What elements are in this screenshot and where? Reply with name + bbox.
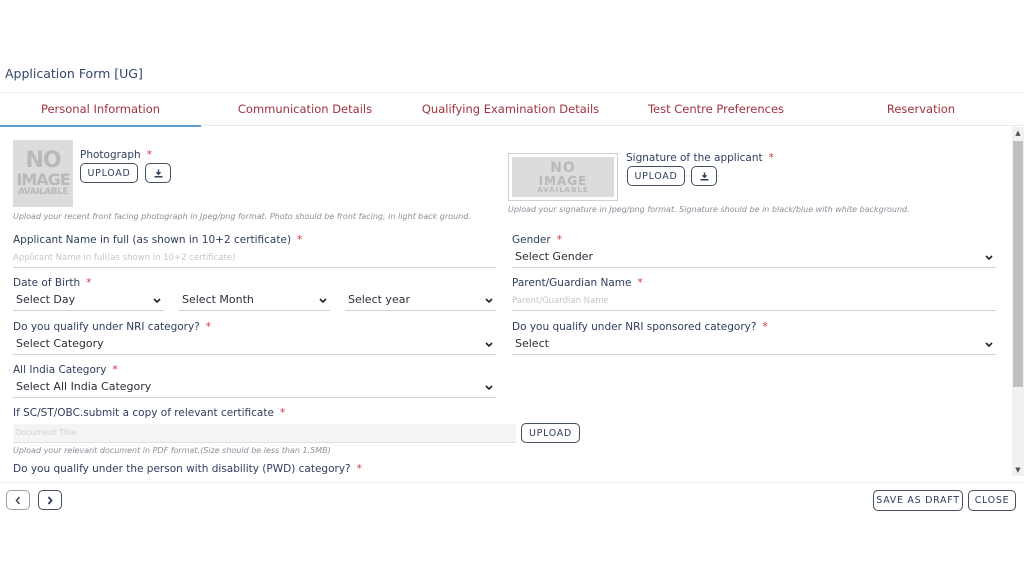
tab-qualifying-examination-details[interactable]: Qualifying Examination Details xyxy=(408,93,613,126)
nri-category-select[interactable]: Select Category xyxy=(13,336,496,355)
chevron-down-icon xyxy=(485,342,493,348)
save-as-draft-button[interactable]: SAVE AS DRAFT xyxy=(873,490,963,511)
required-mark: * xyxy=(762,321,768,333)
form-scrollbar[interactable]: ▲ ▼ xyxy=(1012,127,1024,476)
applicant-name-placeholder: Applicant Name in full(as shown in 10+2 … xyxy=(13,253,236,263)
photo-label: Photograph * xyxy=(80,149,152,161)
required-mark: * xyxy=(768,152,774,164)
nri-sponsored-label: Do you qualify under NRI sponsored categ… xyxy=(512,321,768,333)
nri-sponsored-label-text: Do you qualify under NRI sponsored categ… xyxy=(512,321,757,333)
no-image-text: AVAILABLE xyxy=(537,185,589,194)
dob-day-select[interactable]: Select Day xyxy=(13,292,164,311)
nri-label-text: Do you qualify under NRI category? xyxy=(13,321,200,333)
tab-test-centre-preferences[interactable]: Test Centre Preferences xyxy=(615,93,817,126)
signature-download-button[interactable] xyxy=(691,166,717,186)
all-india-category-label: All India Category * xyxy=(13,364,118,376)
required-mark: * xyxy=(356,463,362,475)
required-mark: * xyxy=(279,407,286,419)
dob-day-value: Select Day xyxy=(16,293,76,306)
certificate-label-text: If SC/ST/OBC.submit a copy of relevant c… xyxy=(13,407,274,419)
nri-sponsored-selected-value: Select xyxy=(515,337,549,350)
download-icon xyxy=(700,172,709,181)
certificate-upload-button[interactable]: UPLOAD xyxy=(521,423,580,443)
next-button[interactable] xyxy=(38,490,62,510)
nri-sponsored-select[interactable]: Select xyxy=(512,336,996,355)
pwd-label: Do you qualify under the person with dis… xyxy=(13,463,362,475)
no-image-text: AVAILABLE xyxy=(18,187,68,197)
scrollbar-thumb[interactable] xyxy=(1013,141,1023,387)
required-mark: * xyxy=(637,277,643,289)
gender-label: Gender * xyxy=(512,234,562,246)
required-mark: * xyxy=(86,277,92,289)
signature-preview-frame: NO IMAGE AVAILABLE xyxy=(508,153,618,201)
signature-label-text: Signature of the applicant xyxy=(626,152,763,164)
dob-month-select[interactable]: Select Month xyxy=(179,292,330,311)
applicant-name-input[interactable]: Applicant Name in full(as shown in 10+2 … xyxy=(13,250,496,268)
parent-name-placeholder: Parent/Guardian Name xyxy=(512,296,609,306)
previous-button[interactable] xyxy=(6,490,30,510)
applicant-name-label: Applicant Name in full (as shown in 10+2… xyxy=(13,234,302,246)
chevron-down-icon xyxy=(485,385,493,391)
no-image-text: NO xyxy=(25,148,61,173)
required-mark: * xyxy=(146,149,152,161)
no-image-text: IMAGE xyxy=(16,170,70,189)
photo-preview: NO IMAGE AVAILABLE xyxy=(13,140,73,207)
close-button[interactable]: CLOSE xyxy=(968,490,1016,511)
document-title-placeholder: Document Title xyxy=(15,428,77,437)
chevron-right-icon xyxy=(47,496,53,505)
footer-divider xyxy=(0,482,1024,483)
nri-selected-value: Select Category xyxy=(16,337,104,350)
page-title: Application Form [UG] xyxy=(5,66,143,81)
photo-label-text: Photograph xyxy=(80,149,141,161)
pwd-label-text: Do you qualify under the person with dis… xyxy=(13,463,351,475)
photo-hint: Upload your recent front facing photogra… xyxy=(13,212,471,221)
document-title-input[interactable]: Document Title xyxy=(13,424,516,443)
gender-selected-value: Select Gender xyxy=(515,250,593,263)
signature-hint: Upload your signature in Jpeg/png format… xyxy=(508,205,910,214)
nri-label: Do you qualify under NRI category? * xyxy=(13,321,211,333)
chevron-down-icon xyxy=(485,298,493,304)
no-image-text: NO xyxy=(550,159,576,176)
tab-personal-information[interactable]: Personal Information xyxy=(0,93,201,127)
tab-communication-details[interactable]: Communication Details xyxy=(205,93,405,126)
parent-name-label: Parent/Guardian Name * xyxy=(512,277,643,289)
required-mark: * xyxy=(112,364,118,376)
chevron-down-icon xyxy=(985,342,993,348)
certificate-label: If SC/ST/OBC.submit a copy of relevant c… xyxy=(13,407,285,419)
signature-upload-button[interactable]: UPLOAD xyxy=(627,166,685,186)
required-mark: * xyxy=(297,234,303,246)
required-mark: * xyxy=(205,321,212,333)
dob-label: Date of Birth * xyxy=(13,277,91,289)
parent-name-input[interactable]: Parent/Guardian Name xyxy=(512,293,996,311)
required-mark: * xyxy=(556,234,562,246)
gender-label-text: Gender xyxy=(512,234,551,246)
all-india-category-label-text: All India Category xyxy=(13,364,107,376)
dob-year-value: Select year xyxy=(348,293,410,306)
photo-download-button[interactable] xyxy=(145,163,171,183)
all-india-category-select[interactable]: Select All India Category xyxy=(13,379,496,398)
photo-upload-button[interactable]: UPLOAD xyxy=(80,163,138,183)
no-image-text: IMAGE xyxy=(538,173,588,188)
certificate-hint: Upload your relevant document in PDF for… xyxy=(13,446,331,455)
dob-year-select[interactable]: Select year xyxy=(345,292,496,311)
signature-preview: NO IMAGE AVAILABLE xyxy=(512,157,614,197)
tab-reservation[interactable]: Reservation xyxy=(820,93,1022,126)
scroll-down-arrow-icon[interactable]: ▼ xyxy=(1012,464,1024,476)
chevron-left-icon xyxy=(15,496,21,505)
parent-name-label-text: Parent/Guardian Name xyxy=(512,277,632,289)
dob-label-text: Date of Birth xyxy=(13,277,81,289)
signature-label: Signature of the applicant * xyxy=(626,152,774,164)
chevron-down-icon xyxy=(319,298,327,304)
download-icon xyxy=(154,169,163,178)
all-india-category-selected-value: Select All India Category xyxy=(16,380,152,393)
applicant-name-label-text: Applicant Name in full (as shown in 10+2… xyxy=(13,234,292,246)
chevron-down-icon xyxy=(153,298,161,304)
scroll-up-arrow-icon[interactable]: ▲ xyxy=(1012,127,1024,139)
tab-bar: Personal Information Communication Detai… xyxy=(0,92,1024,127)
gender-select[interactable]: Select Gender xyxy=(512,249,996,268)
dob-month-value: Select Month xyxy=(182,293,254,306)
chevron-down-icon xyxy=(985,255,993,261)
